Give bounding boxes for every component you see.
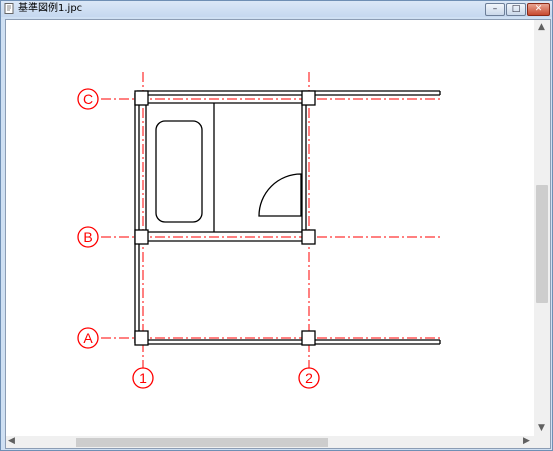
maximize-icon: □	[511, 4, 521, 14]
scroll-down-icon[interactable]: ▼	[538, 424, 545, 433]
document-view: C B A 1 2 ▲ ▼ ◀ ▶	[5, 19, 551, 449]
axis-label-1: 1	[139, 370, 147, 386]
column-b1	[134, 229, 149, 245]
walls	[134, 90, 441, 345]
column-b2	[301, 229, 316, 245]
columns	[134, 90, 316, 346]
close-button[interactable]: ✕	[527, 3, 550, 16]
axis-label-c: C	[83, 91, 93, 107]
gridlines	[101, 72, 440, 368]
document-icon	[4, 3, 14, 14]
window-title: 基準図例1.jpc	[18, 3, 83, 14]
scrollbar-corner	[534, 436, 550, 448]
title-bar[interactable]: 基準図例1.jpc – □ ✕	[1, 1, 552, 17]
column-a2	[301, 330, 316, 346]
axis-label-b: B	[83, 229, 92, 245]
minimize-icon: –	[492, 4, 498, 14]
scroll-right-icon[interactable]: ▶	[523, 437, 530, 446]
door-swing	[258, 173, 302, 217]
vertical-scrollbar[interactable]: ▲ ▼	[534, 20, 550, 436]
vertical-scroll-thumb[interactable]	[536, 185, 548, 303]
axis-label-a: A	[83, 330, 93, 346]
drawing-canvas[interactable]: C B A 1 2	[6, 20, 534, 436]
column-c2	[301, 90, 316, 106]
scroll-left-icon[interactable]: ◀	[8, 437, 15, 446]
axis-labels: C B A 1 2	[83, 91, 313, 386]
axis-label-2: 2	[305, 370, 313, 386]
column-a1	[134, 330, 149, 346]
close-icon: ✕	[534, 4, 543, 14]
bathtub	[155, 120, 203, 223]
maximize-button[interactable]: □	[506, 3, 526, 16]
floor-plan: C B A 1 2	[77, 72, 441, 389]
axis-bubbles	[77, 88, 320, 389]
scroll-up-icon[interactable]: ▲	[538, 23, 545, 32]
horizontal-scrollbar[interactable]: ◀ ▶	[6, 436, 534, 448]
column-c1	[134, 90, 149, 106]
horizontal-scroll-thumb[interactable]	[76, 438, 328, 447]
app-window: 基準図例1.jpc – □ ✕ C B A 1 2 ▲ ▼ ◀ ▶	[0, 0, 553, 451]
minimize-button[interactable]: –	[485, 3, 505, 16]
